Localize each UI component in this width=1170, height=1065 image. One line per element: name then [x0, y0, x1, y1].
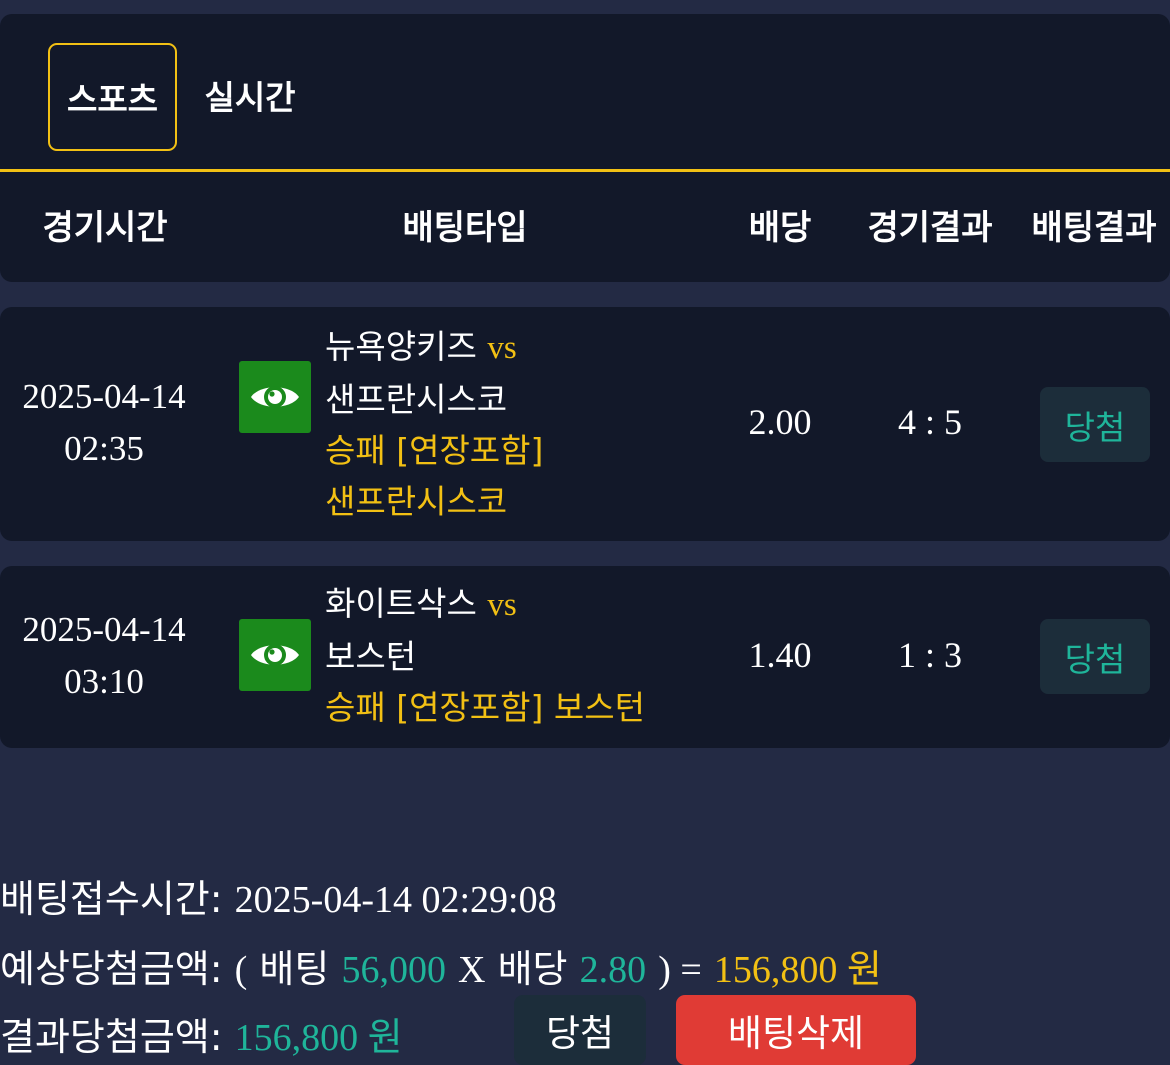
odds-value: 2.00 — [748, 402, 812, 442]
home-team: 뉴욕양키즈 — [325, 327, 477, 366]
tab-live[interactable]: 실시간 — [192, 43, 308, 147]
away-team: 보스턴 — [325, 637, 417, 676]
home-team: 화이트삭스 — [325, 584, 477, 623]
eye-icon — [251, 644, 299, 666]
column-header-match-time: 경기시간 — [42, 207, 168, 248]
delete-bet-button[interactable]: 배팅삭제 — [676, 995, 916, 1065]
expected-winnings-value: 156,800 원 — [713, 949, 882, 991]
match-date: 2025-04-14 — [22, 377, 186, 416]
bet-pick-team: 보스턴 — [553, 688, 645, 727]
eye-icon — [251, 386, 299, 408]
bet-market-and-pick: 승패 [연장포함] 보스턴 — [325, 682, 725, 733]
away-team: 샌프란시스코 — [325, 380, 508, 419]
bet-history-header-panel: 스포츠 실시간 경기시간 배팅타입 배당 경기결과 배팅결과 — [0, 14, 1170, 282]
total-odds-value: 2.80 — [579, 949, 647, 991]
vs-label: vs — [487, 330, 517, 366]
match-time-cell: 2025-04-14 02:35 — [0, 371, 208, 475]
result-winnings-value: 156,800 원 — [234, 1017, 403, 1059]
column-header-odds: 배당 — [748, 207, 812, 248]
view-details-button[interactable] — [239, 361, 311, 433]
match-score: 4 : 5 — [897, 402, 962, 442]
received-time-value: 2025-04-14 02:29:08 — [234, 879, 557, 921]
bet-pick-team: 샌프란시스코 — [325, 482, 508, 521]
bet-row: 2025-04-14 02:35 뉴욕양키즈 vs 샌프란시스코 승패 [연장포… — [0, 307, 1170, 541]
bet-result-badge: 당첨 — [1040, 619, 1150, 694]
bet-amount-value: 56,000 — [341, 949, 446, 991]
total-odds-label: 배당 — [497, 947, 568, 991]
multiply-sign: X — [458, 949, 486, 991]
column-header-bet-result: 배팅결과 — [1031, 207, 1157, 248]
bet-market: 승패 [연장포함] — [325, 688, 544, 727]
header-divider — [0, 169, 1170, 172]
match-time-cell: 2025-04-14 03:10 — [0, 604, 208, 708]
result-winnings-label: 결과당첨금액: — [0, 1015, 223, 1059]
bet-type-cell: 뉴욕양키즈 vs 샌프란시스코 승패 [연장포함] 샌프란시스코 — [325, 321, 705, 527]
tab-sports[interactable]: 스포츠 — [48, 43, 177, 151]
odds-value: 1.40 — [748, 635, 812, 675]
vs-label: vs — [487, 587, 517, 623]
bet-row: 2025-04-14 03:10 화이트삭스 vs 보스턴 승패 [연장포함] … — [0, 566, 1170, 748]
bet-market: 승패 [연장포함] — [325, 431, 544, 470]
bet-amount-label: 배팅 — [259, 947, 330, 991]
received-time-label: 배팅접수시간: — [0, 877, 223, 921]
expected-winnings-label: 예상당첨금액: — [0, 947, 223, 991]
bet-type-cell: 화이트삭스 vs 보스턴 승패 [연장포함] 보스턴 — [325, 578, 725, 733]
expected-winnings-line: 예상당첨금액: ( 배팅 56,000 X 배당 2.80 ) = 156,80… — [0, 938, 882, 993]
match-date: 2025-04-14 — [22, 610, 186, 649]
view-details-button[interactable] — [239, 619, 311, 691]
match-clock: 03:10 — [64, 662, 144, 701]
column-header-bet-type: 배팅타입 — [402, 207, 528, 248]
close-paren-equals: ) = — [658, 949, 702, 991]
match-score: 1 : 3 — [897, 635, 962, 675]
column-header-match-result: 경기결과 — [867, 207, 993, 248]
win-status-button[interactable]: 당첨 — [514, 995, 646, 1065]
bet-result-badge: 당첨 — [1040, 387, 1150, 462]
result-winnings-line: 결과당첨금액: 156,800 원 — [0, 1006, 403, 1061]
match-clock: 02:35 — [64, 429, 144, 468]
open-paren: ( — [234, 949, 248, 991]
bet-received-time-line: 배팅접수시간: 2025-04-14 02:29:08 — [0, 868, 557, 923]
